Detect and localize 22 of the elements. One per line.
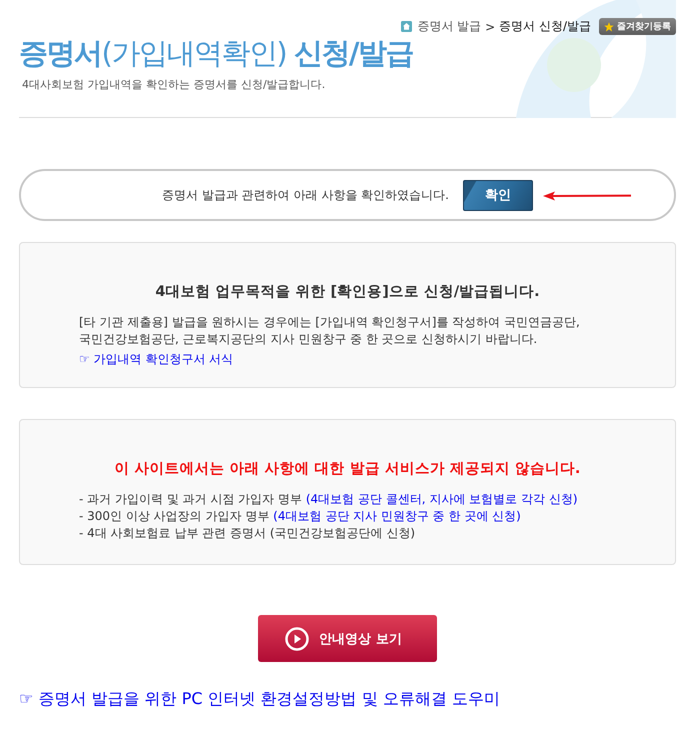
page-subtitle: 4대사회보험 가입내역을 확인하는 증명서를 신청/발급합니다.	[22, 78, 326, 92]
restriction-item-text: - 4대 사회보험료 납부 관련 증명서 (국민건강보험공단에 신청)	[79, 526, 416, 540]
favorite-button[interactable]: 즐겨찾기등록	[599, 18, 676, 35]
restriction-heading: 이 사이트에서는 아래 사항에 대한 발급 서비스가 제공되지 않습니다.	[114, 460, 582, 478]
confirm-button[interactable]: 확인	[462, 180, 533, 210]
confirm-text: 증명서 발급과 관련하여 아래 사항을 확인하였습니다.	[162, 186, 449, 204]
restriction-item-text: - 300인 이상 사업장의 가입자 명부	[79, 509, 270, 523]
breadcrumb-item[interactable]: 증명서 발급	[417, 18, 482, 35]
help-link[interactable]: ☞ 증명서 발급을 위한 PC 인터넷 환경설정방법 및 오류해결 도우미	[19, 689, 500, 709]
notice-paragraph: [타 기관 제출용] 발급을 원하시는 경우에는 [가입내역 확인청구서]를 작성하여 국민연금공단, 국민건강보험공단, 근로복지공단의 지사 민원창구 중 한 곳으로 신청하시기 바랍니다.	[79, 314, 580, 348]
restriction-item-note: (4대보험 공단 지사 민원창구 중 한 곳에 신청)	[273, 509, 521, 523]
page-title: 증명서(가입내역확인) 신청/발급	[19, 35, 413, 71]
request-form-link[interactable]: ☞ 가입내역 확인청구서 서식	[79, 351, 234, 368]
breadcrumb-item[interactable]: 증명서 신청/발급	[499, 18, 591, 35]
play-icon	[285, 626, 310, 650]
breadcrumb-separator: >	[485, 20, 496, 34]
restriction-item-text: - 과거 가입이력 및 과거 시점 가입자 명부	[79, 492, 302, 506]
home-icon[interactable]	[401, 21, 412, 32]
star-icon	[604, 22, 614, 32]
restriction-item-note: (4대보험 공단 콜센터, 지사에 보험별로 각각 신청)	[306, 492, 578, 506]
notice-heading: 4대보험 업무목적을 위한 [확인용]으로 신청/발급됩니다.	[154, 283, 541, 301]
video-guide-button[interactable]: 안내영상 보기	[258, 615, 437, 662]
